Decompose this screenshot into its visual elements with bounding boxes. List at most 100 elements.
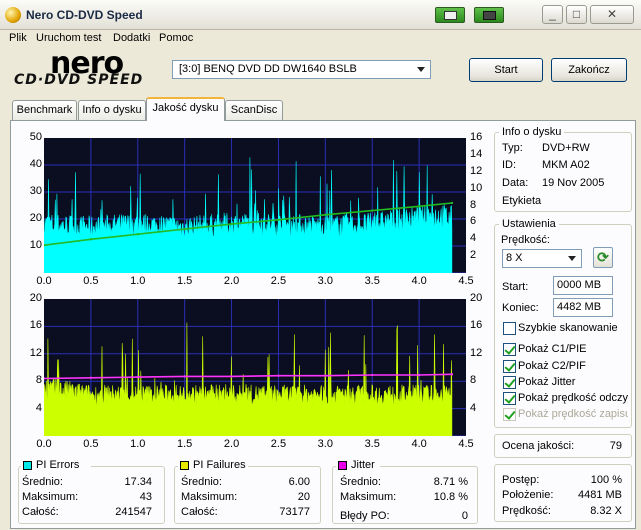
position-value: 4481 MB bbox=[577, 489, 622, 501]
tab-info-o-dysku[interactable]: Info o dysku bbox=[78, 100, 146, 120]
dock-button[interactable] bbox=[435, 7, 465, 23]
current-speed-label: Prędkość: bbox=[502, 505, 551, 517]
end-label: Koniec: bbox=[502, 302, 539, 314]
pif-max-value: 20 bbox=[297, 491, 310, 503]
menu-uruchom-test[interactable]: Uruchom test bbox=[36, 32, 101, 44]
show-jitter-label: Pokaż Jitter bbox=[518, 376, 576, 388]
jitter-stats-legend: Jitter bbox=[336, 459, 380, 472]
chart1-right-tick-label: 14 bbox=[470, 147, 483, 160]
chart2-left-tick-label: 16 bbox=[29, 319, 42, 332]
maximize-button[interactable]: □ bbox=[566, 5, 587, 24]
chart1-line-point bbox=[136, 232, 139, 236]
disc-id-value: MKM A02 bbox=[542, 159, 590, 171]
chart1-line-point bbox=[89, 238, 93, 241]
chevron-down-icon bbox=[417, 67, 425, 72]
drive-icon bbox=[483, 11, 496, 20]
pie-max-value: 43 bbox=[139, 491, 152, 503]
chart1-left-tick-label: 30 bbox=[29, 185, 42, 197]
chart2-x-tick-label: 2.5 bbox=[270, 438, 287, 450]
chart1-x-tick-label: 3.5 bbox=[364, 275, 380, 287]
pif-total-value: 73177 bbox=[279, 506, 310, 518]
start-field[interactable]: 0000 MB bbox=[553, 276, 613, 295]
chart1-line-point bbox=[183, 227, 186, 231]
chart1-right-tick-label: 8 bbox=[470, 198, 477, 211]
chart2-line-point bbox=[42, 377, 46, 380]
pif-chart-svg bbox=[42, 299, 466, 437]
drive-select[interactable]: [3:0] BENQ DVD DD DW1640 BSLB bbox=[172, 60, 431, 79]
tab-benchmark[interactable]: Benchmark bbox=[12, 100, 77, 120]
chart1-x-tick-label: 1.5 bbox=[177, 275, 193, 287]
chart2-left-axis: 20 16 12 8 4 bbox=[18, 291, 44, 441]
tab-scandisc[interactable]: ScanDisc bbox=[225, 100, 283, 120]
chart1-line-point bbox=[417, 205, 421, 208]
screenshot-button[interactable] bbox=[474, 7, 504, 23]
end-field[interactable]: 4482 MB bbox=[553, 298, 613, 317]
chart2-left-tick-label: 12 bbox=[29, 346, 42, 359]
jitter-avg-value: 8.71 % bbox=[433, 476, 468, 488]
screen-icon bbox=[444, 11, 457, 20]
chart1-line-point bbox=[230, 222, 233, 226]
speed-select[interactable]: 8 X bbox=[502, 249, 582, 268]
refresh-speed-button[interactable]: ⟳ bbox=[593, 247, 613, 268]
quality-score-label: Ocena jakości: bbox=[502, 440, 575, 452]
chart2-right-tick-label: 12 bbox=[470, 346, 483, 359]
current-speed-value: 8.32 X bbox=[590, 505, 622, 517]
chart1-right-tick-label: 12 bbox=[470, 164, 483, 177]
disc-info-title: Info o dysku bbox=[499, 126, 565, 138]
chart2-x-tick-label: 1.0 bbox=[130, 438, 146, 450]
start-label: Start: bbox=[502, 281, 529, 293]
menu-plik[interactable]: Plik bbox=[9, 32, 27, 44]
show-pie-checkbox[interactable] bbox=[503, 343, 516, 356]
po-errors-label: Błędy PO: bbox=[340, 510, 390, 522]
chart2-x-tick-label: 3.0 bbox=[317, 438, 333, 450]
disc-id-label: ID: bbox=[502, 159, 517, 171]
jitter-max-value: 10.8 % bbox=[433, 491, 468, 503]
pie-stats-legend: PI Errors bbox=[21, 459, 91, 472]
show-jitter-checkbox[interactable] bbox=[503, 376, 516, 389]
chart1-right-tick-label: 6 bbox=[470, 215, 477, 228]
chart2-x-tick-label: 0.0 bbox=[36, 438, 52, 450]
chart2-line-point bbox=[136, 375, 139, 379]
disc-date-value: 19 Nov 2005 bbox=[542, 177, 605, 189]
pie-total-label: Całość: bbox=[22, 506, 59, 518]
close-button[interactable]: ✕ bbox=[590, 5, 634, 24]
menu-pomoc[interactable]: Pomoc bbox=[159, 32, 193, 44]
pif-max-label: Maksimum: bbox=[181, 491, 238, 503]
show-pif-label: Pokaż C2/PIF bbox=[518, 360, 586, 372]
minimize-button[interactable]: _ bbox=[542, 5, 563, 24]
pif-stats-legend: PI Failures bbox=[178, 459, 248, 472]
chart2-line-point bbox=[183, 375, 186, 378]
chart1-right-tick-label: 16 bbox=[470, 131, 483, 143]
chart2-line-point bbox=[230, 375, 233, 378]
show-write-speed-label: Pokaż prędkość zapisu bbox=[518, 408, 628, 420]
pif-total-label: Całość: bbox=[181, 506, 218, 518]
show-pif-checkbox[interactable] bbox=[503, 360, 516, 373]
show-read-speed-checkbox[interactable] bbox=[503, 392, 516, 405]
pie-total-value: 241547 bbox=[115, 506, 152, 518]
pie-stats-title: PI Errors bbox=[36, 459, 80, 471]
chart1-line-point bbox=[324, 213, 327, 216]
menu-dodatki[interactable]: Dodatki bbox=[113, 32, 150, 44]
chart2-line-series bbox=[43, 373, 452, 380]
chevron-down-icon bbox=[568, 256, 576, 261]
exit-button[interactable]: Zakończ bbox=[551, 58, 627, 82]
jitter-max-label: Maksimum: bbox=[340, 491, 397, 503]
jitter-avg-label: Średnio: bbox=[340, 476, 381, 488]
chart1-left-tick-label: 10 bbox=[29, 239, 42, 251]
chart2-right-tick-label: 20 bbox=[470, 292, 483, 304]
start-button[interactable]: Start bbox=[469, 58, 543, 82]
tab-jakosc-dysku[interactable]: Jakość dysku bbox=[146, 97, 225, 121]
nero-app-icon bbox=[5, 7, 21, 23]
chart2-right-tick-label: 4 bbox=[470, 401, 477, 414]
speed-select-value: 8 X bbox=[506, 252, 523, 264]
quick-scan-checkbox[interactable] bbox=[503, 322, 516, 335]
chart2-left-tick-label: 20 bbox=[29, 292, 42, 304]
chart2-x-tick-label: 0.5 bbox=[83, 438, 99, 450]
pie-avg-value: 17.34 bbox=[124, 476, 152, 488]
chart1-line-point bbox=[277, 218, 280, 222]
chart2-x-axis: 0.0 0.5 1.0 1.5 2.0 2.5 3.0 3.5 4.0 4.5 bbox=[30, 438, 490, 452]
show-pie-label: Pokaż C1/PIE bbox=[518, 343, 587, 355]
quick-scan-label: Szybkie skanowanie bbox=[518, 322, 618, 334]
chart1-right-tick-label: 10 bbox=[470, 181, 483, 194]
chart1-x-tick-label: 3.0 bbox=[317, 275, 333, 287]
